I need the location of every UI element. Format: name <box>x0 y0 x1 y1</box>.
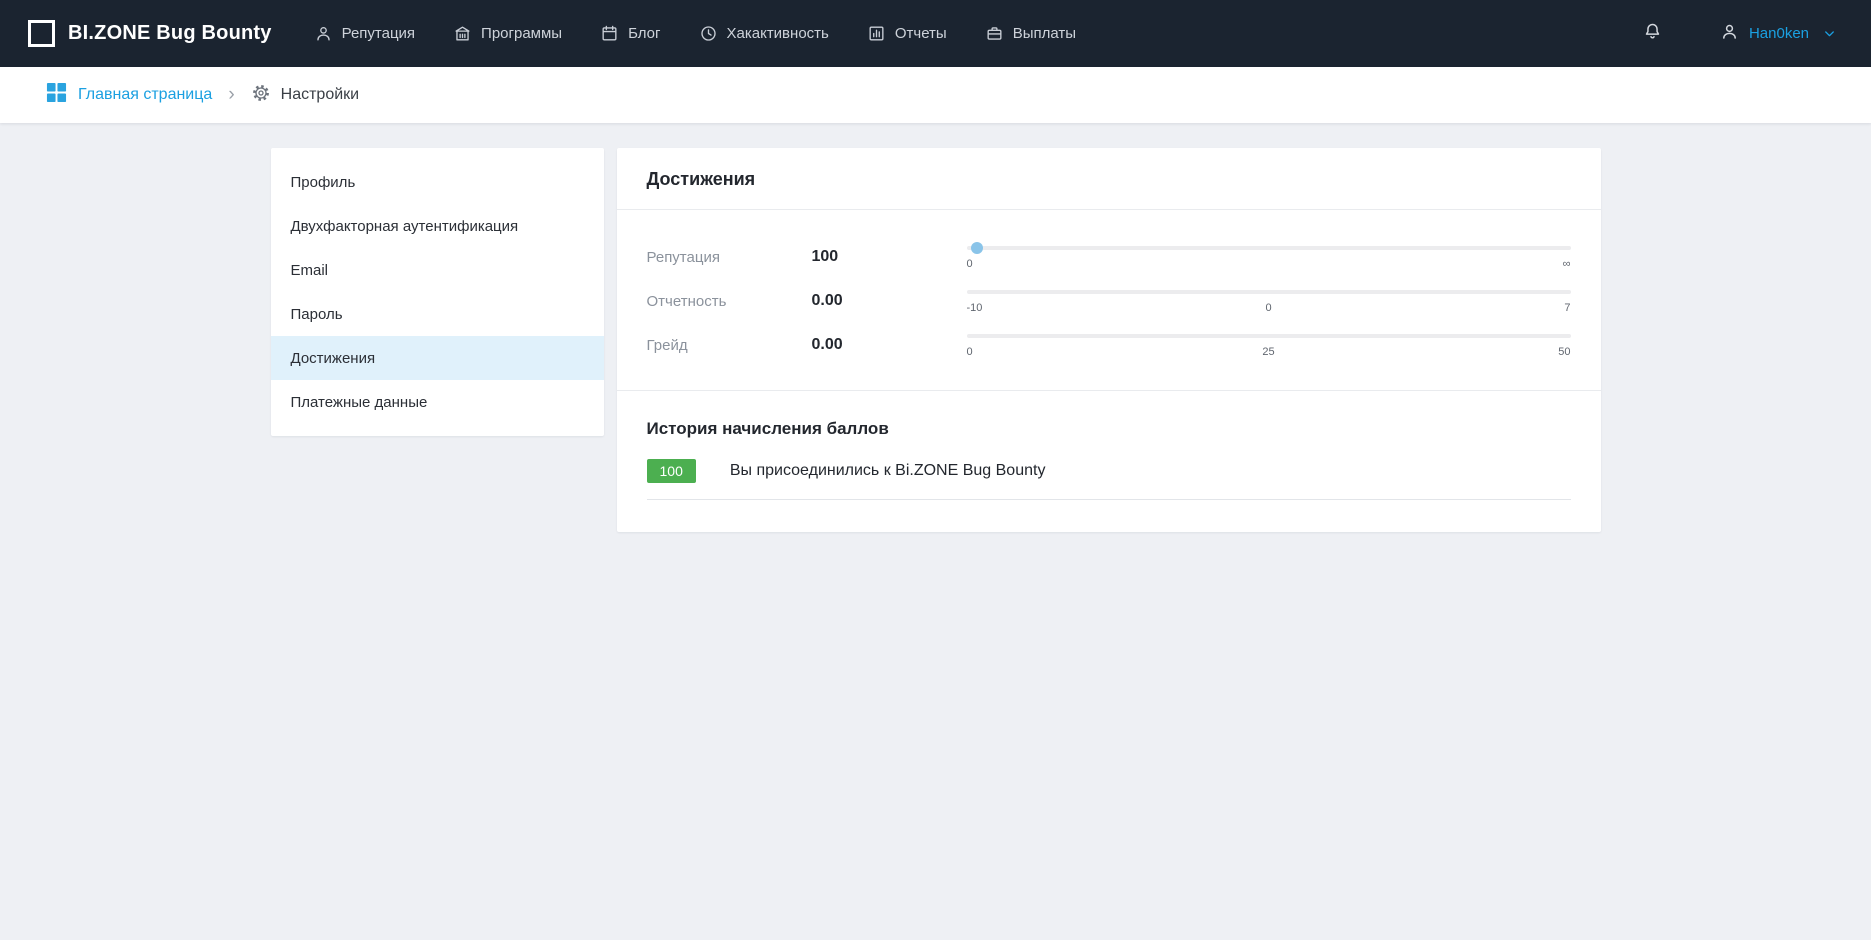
metric-value: 100 <box>812 248 967 266</box>
reputation-slider: 0 ∞ <box>967 244 1571 270</box>
metric-label: Репутация <box>647 249 812 266</box>
nav-item-label: Репутация <box>342 25 415 42</box>
sidebar-item-2fa[interactable]: Двухфакторная аутентификация <box>271 204 604 248</box>
scale-min-label: 0 <box>967 346 973 358</box>
user-icon <box>1719 21 1740 47</box>
sidebar-item-payment-details[interactable]: Платежные данные <box>271 380 604 424</box>
breadcrumb-current: Настройки <box>251 83 359 108</box>
nav-item-programs[interactable]: Программы <box>453 24 562 43</box>
metric-row-reporting: Отчетность 0.00 -10 0 7 <box>647 288 1571 314</box>
sidebar-item-profile[interactable]: Профиль <box>271 160 604 204</box>
slider-track[interactable] <box>967 334 1571 338</box>
nav-item-label: Отчеты <box>895 25 947 42</box>
history-title: История начисления баллов <box>617 391 1601 445</box>
achievements-card: Достижения Репутация 100 0 ∞ Отчетн <box>617 148 1601 532</box>
bizone-logo-icon <box>28 20 55 47</box>
history-item: 100 Вы присоединились к Bi.ZONE Bug Boun… <box>647 459 1571 500</box>
topnav-right: Han0ken <box>1642 21 1837 47</box>
notifications-button[interactable] <box>1642 21 1663 47</box>
slider-scale: 0 25 50 <box>967 346 1571 358</box>
bell-icon <box>1642 21 1663 47</box>
reports-icon <box>867 24 886 43</box>
slider-scale: -10 0 7 <box>967 302 1571 314</box>
reputation-icon <box>314 24 333 43</box>
metric-label: Отчетность <box>647 293 812 310</box>
breadcrumb-separator-icon: › <box>228 84 234 106</box>
breadcrumb-home-link[interactable]: Главная страница <box>46 82 212 108</box>
payouts-icon <box>985 24 1004 43</box>
points-badge: 100 <box>647 459 696 483</box>
nav-item-label: Хакактивность <box>727 25 829 42</box>
slider-track[interactable] <box>967 290 1571 294</box>
nav-item-blog[interactable]: Блог <box>600 24 660 43</box>
user-name: Han0ken <box>1749 25 1809 42</box>
settings-sidebar: Профиль Двухфакторная аутентификация Ema… <box>271 148 604 436</box>
main-content: Профиль Двухфакторная аутентификация Ema… <box>271 148 1601 532</box>
metric-row-grade: Грейд 0.00 0 25 50 <box>647 332 1571 358</box>
blog-icon <box>600 24 619 43</box>
nav-item-payouts[interactable]: Выплаты <box>985 24 1076 43</box>
nav-item-reports[interactable]: Отчеты <box>867 24 947 43</box>
sidebar-item-achievements[interactable]: Достижения <box>271 336 604 380</box>
activity-icon <box>699 24 718 43</box>
nav-item-activity[interactable]: Хакактивность <box>699 24 829 43</box>
nav-item-label: Блог <box>628 25 660 42</box>
reporting-slider: -10 0 7 <box>967 288 1571 314</box>
brand-name: BI.ZONE Bug Bounty <box>68 22 272 45</box>
main-nav: Репутация Программы Блог Хакактивность О… <box>314 24 1076 43</box>
slider-handle[interactable] <box>971 242 983 254</box>
slider-scale: 0 ∞ <box>967 258 1571 270</box>
nav-item-reputation[interactable]: Репутация <box>314 24 415 43</box>
nav-item-label: Выплаты <box>1013 25 1076 42</box>
scale-max-label: 50 <box>1558 346 1570 358</box>
metric-label: Грейд <box>647 337 812 354</box>
top-navbar: BI.ZONE Bug Bounty Репутация Программы Б… <box>0 0 1871 67</box>
scale-min-label: 0 <box>967 258 973 270</box>
chevron-down-icon <box>1822 26 1837 41</box>
history-text: Вы присоединились к Bi.ZONE Bug Bounty <box>730 462 1046 480</box>
metric-value: 0.00 <box>812 336 967 354</box>
metrics-section: Репутация 100 0 ∞ Отчетность 0.00 <box>617 210 1601 391</box>
slider-track[interactable] <box>967 246 1571 250</box>
scale-mid-label: 0 <box>1265 302 1271 314</box>
grade-slider: 0 25 50 <box>967 332 1571 358</box>
user-menu[interactable]: Han0ken <box>1719 21 1837 47</box>
breadcrumb: Главная страница › Настройки <box>0 67 1871 123</box>
brand[interactable]: BI.ZONE Bug Bounty <box>28 20 272 47</box>
breadcrumb-home-label: Главная страница <box>78 86 212 104</box>
programs-icon <box>453 24 472 43</box>
breadcrumb-current-label: Настройки <box>281 86 359 104</box>
nav-item-label: Программы <box>481 25 562 42</box>
scale-min-label: -10 <box>967 302 983 314</box>
sidebar-item-email[interactable]: Email <box>271 248 604 292</box>
scale-mid-label: 25 <box>1262 346 1274 358</box>
scale-max-label: 7 <box>1564 302 1570 314</box>
home-grid-icon <box>46 82 67 108</box>
gear-icon <box>251 83 271 108</box>
metric-value: 0.00 <box>812 292 967 310</box>
metric-row-reputation: Репутация 100 0 ∞ <box>647 244 1571 270</box>
sidebar-item-password[interactable]: Пароль <box>271 292 604 336</box>
card-title: Достижения <box>617 148 1601 210</box>
scale-max-label: ∞ <box>1563 258 1571 270</box>
